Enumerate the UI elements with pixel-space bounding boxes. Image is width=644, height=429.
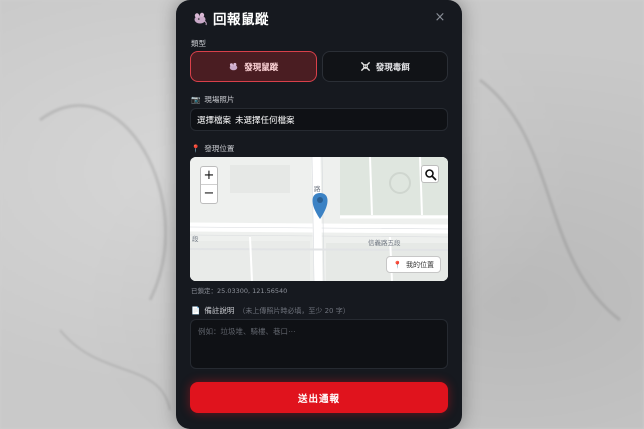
photo-file-input[interactable]: 選擇檔案 未選擇任何檔案 (190, 108, 448, 131)
locked-coordinates: 已鎖定：25.03300, 121.56540 (191, 287, 288, 295)
map-search-button[interactable] (421, 165, 439, 183)
type-option-label: 發現鼠蹤 (244, 62, 279, 73)
modal-header: 回報鼠蹤 × (192, 8, 452, 28)
rat-icon (229, 62, 238, 71)
document-icon: 📄 (191, 306, 201, 315)
rat-icon (194, 12, 207, 26)
submit-report-button[interactable]: 送出通報 (190, 382, 448, 413)
map-road-label: 路 (314, 185, 321, 193)
skull-crossbones-icon (360, 61, 370, 72)
note-label: 📄 備註說明 （未上傳照片時必填，至少 20 字） (191, 306, 350, 315)
type-option-poison-button[interactable]: 發現毒餌 (321, 51, 448, 82)
file-choose-button[interactable]: 選擇檔案 (197, 114, 231, 126)
zoom-in-button[interactable]: + (201, 167, 217, 185)
type-option-label: 發現毒餌 (375, 62, 410, 73)
close-icon[interactable]: × (432, 10, 448, 26)
file-status: 未選擇任何檔案 (235, 115, 295, 126)
location-map[interactable]: 路 信義路五段 段 + − 📍 我的位置 (190, 157, 448, 281)
map-road-label: 信義路五段 (368, 239, 401, 247)
modal-title: 回報鼠蹤 (213, 12, 269, 28)
camera-icon: 📷 (191, 95, 201, 104)
note-hint: （未上傳照片時必填，至少 20 字） (238, 306, 350, 315)
map-zoom-control: + − (200, 166, 218, 204)
map-road-label: 段 (192, 235, 199, 243)
note-textarea[interactable] (190, 319, 448, 369)
zoom-out-button[interactable]: − (201, 185, 217, 203)
type-selector: 發現鼠蹤 發現毒餌 (190, 51, 448, 82)
my-location-button[interactable]: 📍 我的位置 (386, 256, 441, 273)
photo-label: 📷 現場照片 (191, 95, 235, 104)
location-label: 📍 發現位置 (191, 144, 235, 153)
type-option-rat-button[interactable]: 發現鼠蹤 (190, 51, 317, 82)
search-icon (425, 169, 437, 181)
report-rat-modal: 回報鼠蹤 × 類型 發現鼠蹤 發現毒餌 📷 現場照片 選擇檔案 未選擇任何檔案 … (176, 0, 462, 429)
pin-icon: 📍 (191, 144, 201, 153)
pin-icon: 📍 (393, 260, 402, 269)
type-label: 類型 (191, 39, 206, 48)
